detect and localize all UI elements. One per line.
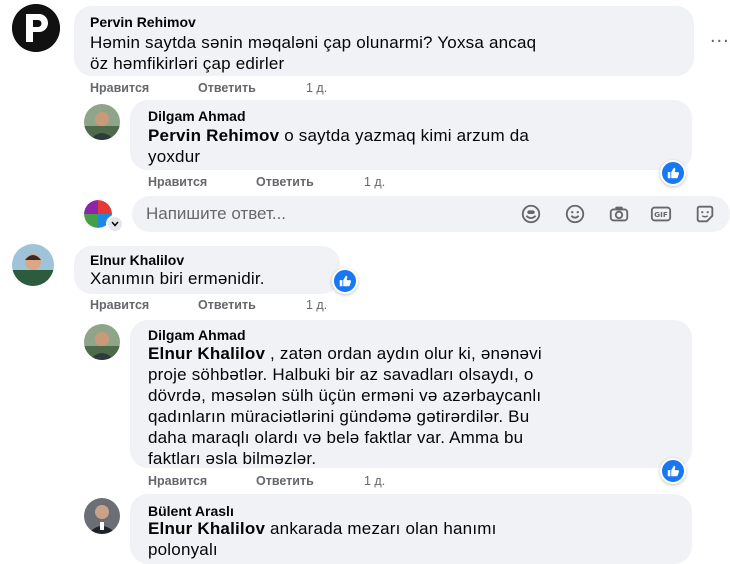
- comment-text-line: öz həmfikirləri çap edirler: [90, 54, 285, 73]
- reply-link[interactable]: Ответить: [198, 298, 306, 312]
- like-reaction-badge[interactable]: [332, 268, 358, 294]
- thumbs-up-icon: [667, 465, 680, 477]
- comment-text: ankarada mezarı olan hanımı: [265, 519, 497, 538]
- comment-author[interactable]: Bülent Araslı: [148, 503, 234, 519]
- avatar-sticker-icon[interactable]: [520, 203, 542, 225]
- comment-bubble-elnur: Elnur Khalilov Xanımın biri ermənidir.: [74, 246, 340, 294]
- comment-author[interactable]: Dilgam Ahmad: [148, 108, 246, 124]
- reply-input[interactable]: Напишите ответ...: [146, 204, 286, 224]
- comment-bubble-dilgam-2: Dilgam Ahmad Elnur Khalilov , zatən orda…: [130, 320, 692, 468]
- reply-link[interactable]: Ответить: [256, 175, 364, 189]
- emoji-icon[interactable]: [564, 203, 586, 225]
- comment-actions: Нравится Ответить 1 д.: [90, 81, 327, 95]
- comment-text-line: Elnur Khalilov , zatən ordan aydın olur …: [148, 343, 542, 364]
- comment-text-line: yoxdur: [148, 147, 201, 166]
- timestamp[interactable]: 1 д.: [364, 175, 385, 189]
- avatar-dilgam-ahmad[interactable]: [84, 324, 120, 360]
- avatar-dropdown-icon[interactable]: [106, 215, 124, 233]
- comment-bubble-dilgam-1: Dilgam Ahmad Pervin Rehimov o saytda yaz…: [130, 100, 692, 170]
- comment-text-line: Elnur Khalilov ankarada mezarı olan hanı…: [148, 518, 497, 539]
- like-link[interactable]: Нравится: [90, 298, 198, 312]
- mention-link[interactable]: Elnur Khalilov: [148, 344, 265, 363]
- comment-text-line: qadınların müraciətlərini gündəmə gətirə…: [148, 407, 530, 426]
- avatar-elnur-khalilov[interactable]: [12, 244, 54, 286]
- timestamp[interactable]: 1 д.: [306, 81, 327, 95]
- like-link[interactable]: Нравится: [90, 81, 198, 95]
- profile-photo-icon: [84, 498, 120, 534]
- reply-link[interactable]: Ответить: [198, 81, 306, 95]
- avatar-bulent-arasli[interactable]: [84, 498, 120, 534]
- profile-photo-icon: [12, 244, 54, 286]
- sticker-icon[interactable]: [694, 203, 716, 225]
- mention-link[interactable]: Pervin Rehimov: [148, 126, 279, 145]
- comment-actions: Нравится Ответить 1 д.: [148, 175, 385, 189]
- profile-photo-icon: [84, 324, 120, 360]
- comment-text-line: daha maraqlı olardı və belə faktlar var.…: [148, 428, 524, 447]
- svg-text:GIF: GIF: [654, 210, 668, 219]
- avatar-pervin-rehimov[interactable]: [12, 4, 60, 52]
- like-link[interactable]: Нравится: [148, 474, 256, 488]
- like-reaction-badge[interactable]: [660, 458, 686, 484]
- comment-author[interactable]: Elnur Khalilov: [90, 252, 184, 268]
- reply-link[interactable]: Ответить: [256, 474, 364, 488]
- mention-link[interactable]: Elnur Khalilov: [148, 519, 265, 538]
- comment-text-line: Xanımın biri ermənidir.: [90, 269, 265, 288]
- comment-text-line: Pervin Rehimov o saytda yazmaq kimi arzu…: [148, 125, 529, 146]
- comment-author[interactable]: Dilgam Ahmad: [148, 327, 246, 343]
- comment-text: , zatən ordan aydın olur ki, ənənəvi: [265, 344, 542, 363]
- comment-text-line: dövrdə, məsələn sülh üçün erməni və azər…: [148, 386, 542, 405]
- like-reaction-badge[interactable]: [660, 160, 686, 186]
- comment-actions: Нравится Ответить 1 д.: [90, 298, 327, 312]
- avatar-dilgam-ahmad[interactable]: [84, 104, 120, 140]
- comment-actions: Нравится Ответить 1 д.: [148, 474, 385, 488]
- profile-photo-icon: [84, 104, 120, 140]
- chevron-down-icon: [111, 221, 119, 227]
- comment-bubble-pervin: Pervin Rehimov Həmin saytda sənin məqalə…: [74, 6, 694, 76]
- comment-text: o saytda yazmaq kimi arzum da: [279, 126, 530, 145]
- like-link[interactable]: Нравится: [148, 175, 256, 189]
- avatar-logo-icon: [12, 4, 60, 52]
- comment-author[interactable]: Pervin Rehimov: [90, 14, 196, 30]
- timestamp[interactable]: 1 д.: [364, 474, 385, 488]
- comment-text-line: Həmin saytda sənin məqaləni çap olunarmi…: [90, 33, 537, 52]
- comment-text-line: proje söhbətlər. Halbuki bir az savadlar…: [148, 365, 534, 384]
- timestamp[interactable]: 1 д.: [306, 298, 327, 312]
- thumbs-up-icon: [667, 167, 680, 179]
- thumbs-up-icon: [339, 275, 352, 287]
- camera-icon[interactable]: [608, 203, 630, 225]
- comment-bubble-bulent: Bülent Araslı Elnur Khalilov ankarada me…: [130, 494, 692, 564]
- more-options-icon[interactable]: ...: [710, 25, 730, 48]
- reply-input-box[interactable]: Напишите ответ... GIF: [132, 196, 730, 232]
- comment-text-line: faktları əsla bilməzlər.: [148, 449, 317, 468]
- gif-icon[interactable]: GIF: [650, 203, 672, 225]
